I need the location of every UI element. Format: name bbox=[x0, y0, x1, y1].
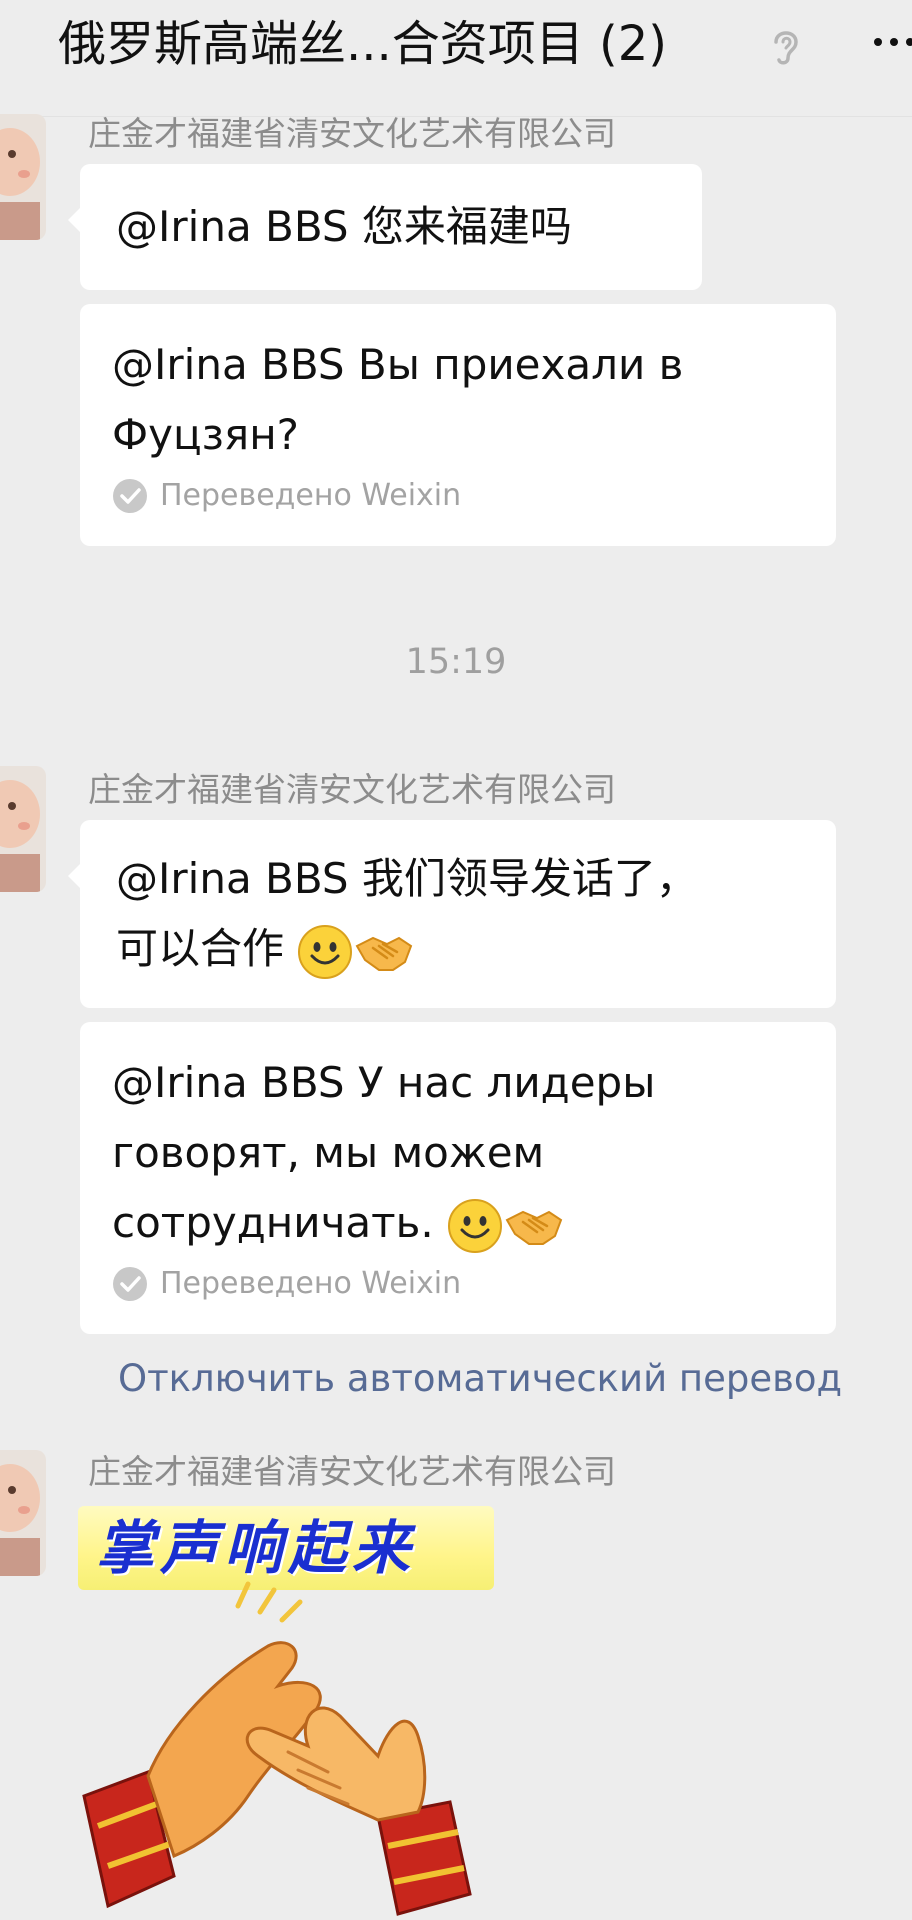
disable-translation-link[interactable]: Отключить автоматический перевод bbox=[118, 1356, 842, 1402]
clapping-hands-icon bbox=[82, 1581, 472, 1916]
message-bubble[interactable]: @Irina BBS 您来福建吗 bbox=[68, 164, 702, 290]
translation-label: Переведено Weixin bbox=[112, 476, 804, 516]
sender-avatar[interactable] bbox=[0, 766, 46, 892]
translation-text: @Irina BBS Вы приехали в Фуцзян? bbox=[112, 340, 684, 459]
message-bubble[interactable]: @Irina BBS 我们领导发话了， 可以合作 bbox=[68, 820, 836, 1008]
sender-name: 庄金才福建省清安文化艺术有限公司 bbox=[88, 770, 616, 809]
smile-emoji bbox=[448, 1198, 503, 1253]
translation-label-text: Переведено Weixin bbox=[160, 478, 462, 513]
clapping-hands-sticker[interactable]: 掌声响起来 bbox=[78, 1506, 512, 1920]
translation-label-text: Переведено Weixin bbox=[160, 1266, 462, 1301]
more-icon[interactable] bbox=[864, 22, 912, 70]
check-circle-icon bbox=[113, 479, 147, 513]
translation-bubble[interactable]: @Irina BBS Вы приехали в Фуцзян? Перевед… bbox=[80, 304, 836, 546]
handshake-emoji bbox=[355, 936, 413, 971]
check-circle-icon bbox=[113, 1267, 147, 1301]
timestamp: 15:19 bbox=[405, 642, 507, 682]
handshake-emoji bbox=[505, 1210, 563, 1245]
chat-header: 俄罗斯高端丝...合资项目 (2) bbox=[0, 0, 912, 117]
message-text: @Irina BBS 您来福建吗 bbox=[116, 202, 572, 251]
sender-avatar[interactable] bbox=[0, 114, 46, 240]
sender-name: 庄金才福建省清安文化艺术有限公司 bbox=[88, 1452, 616, 1491]
translation-text: @Irina BBS У нас лидеры говорят, мы може… bbox=[112, 1058, 656, 1247]
translation-bubble[interactable]: @Irina BBS У нас лидеры говорят, мы може… bbox=[80, 1022, 836, 1334]
chat-title[interactable]: 俄罗斯高端丝...合资项目 (2) bbox=[58, 14, 667, 74]
sender-name: 庄金才福建省清安文化艺术有限公司 bbox=[88, 114, 616, 153]
translation-label: Переведено Weixin bbox=[112, 1264, 804, 1304]
ear-icon[interactable] bbox=[762, 22, 810, 70]
sender-avatar[interactable] bbox=[0, 1450, 46, 1576]
smile-emoji bbox=[298, 924, 353, 979]
